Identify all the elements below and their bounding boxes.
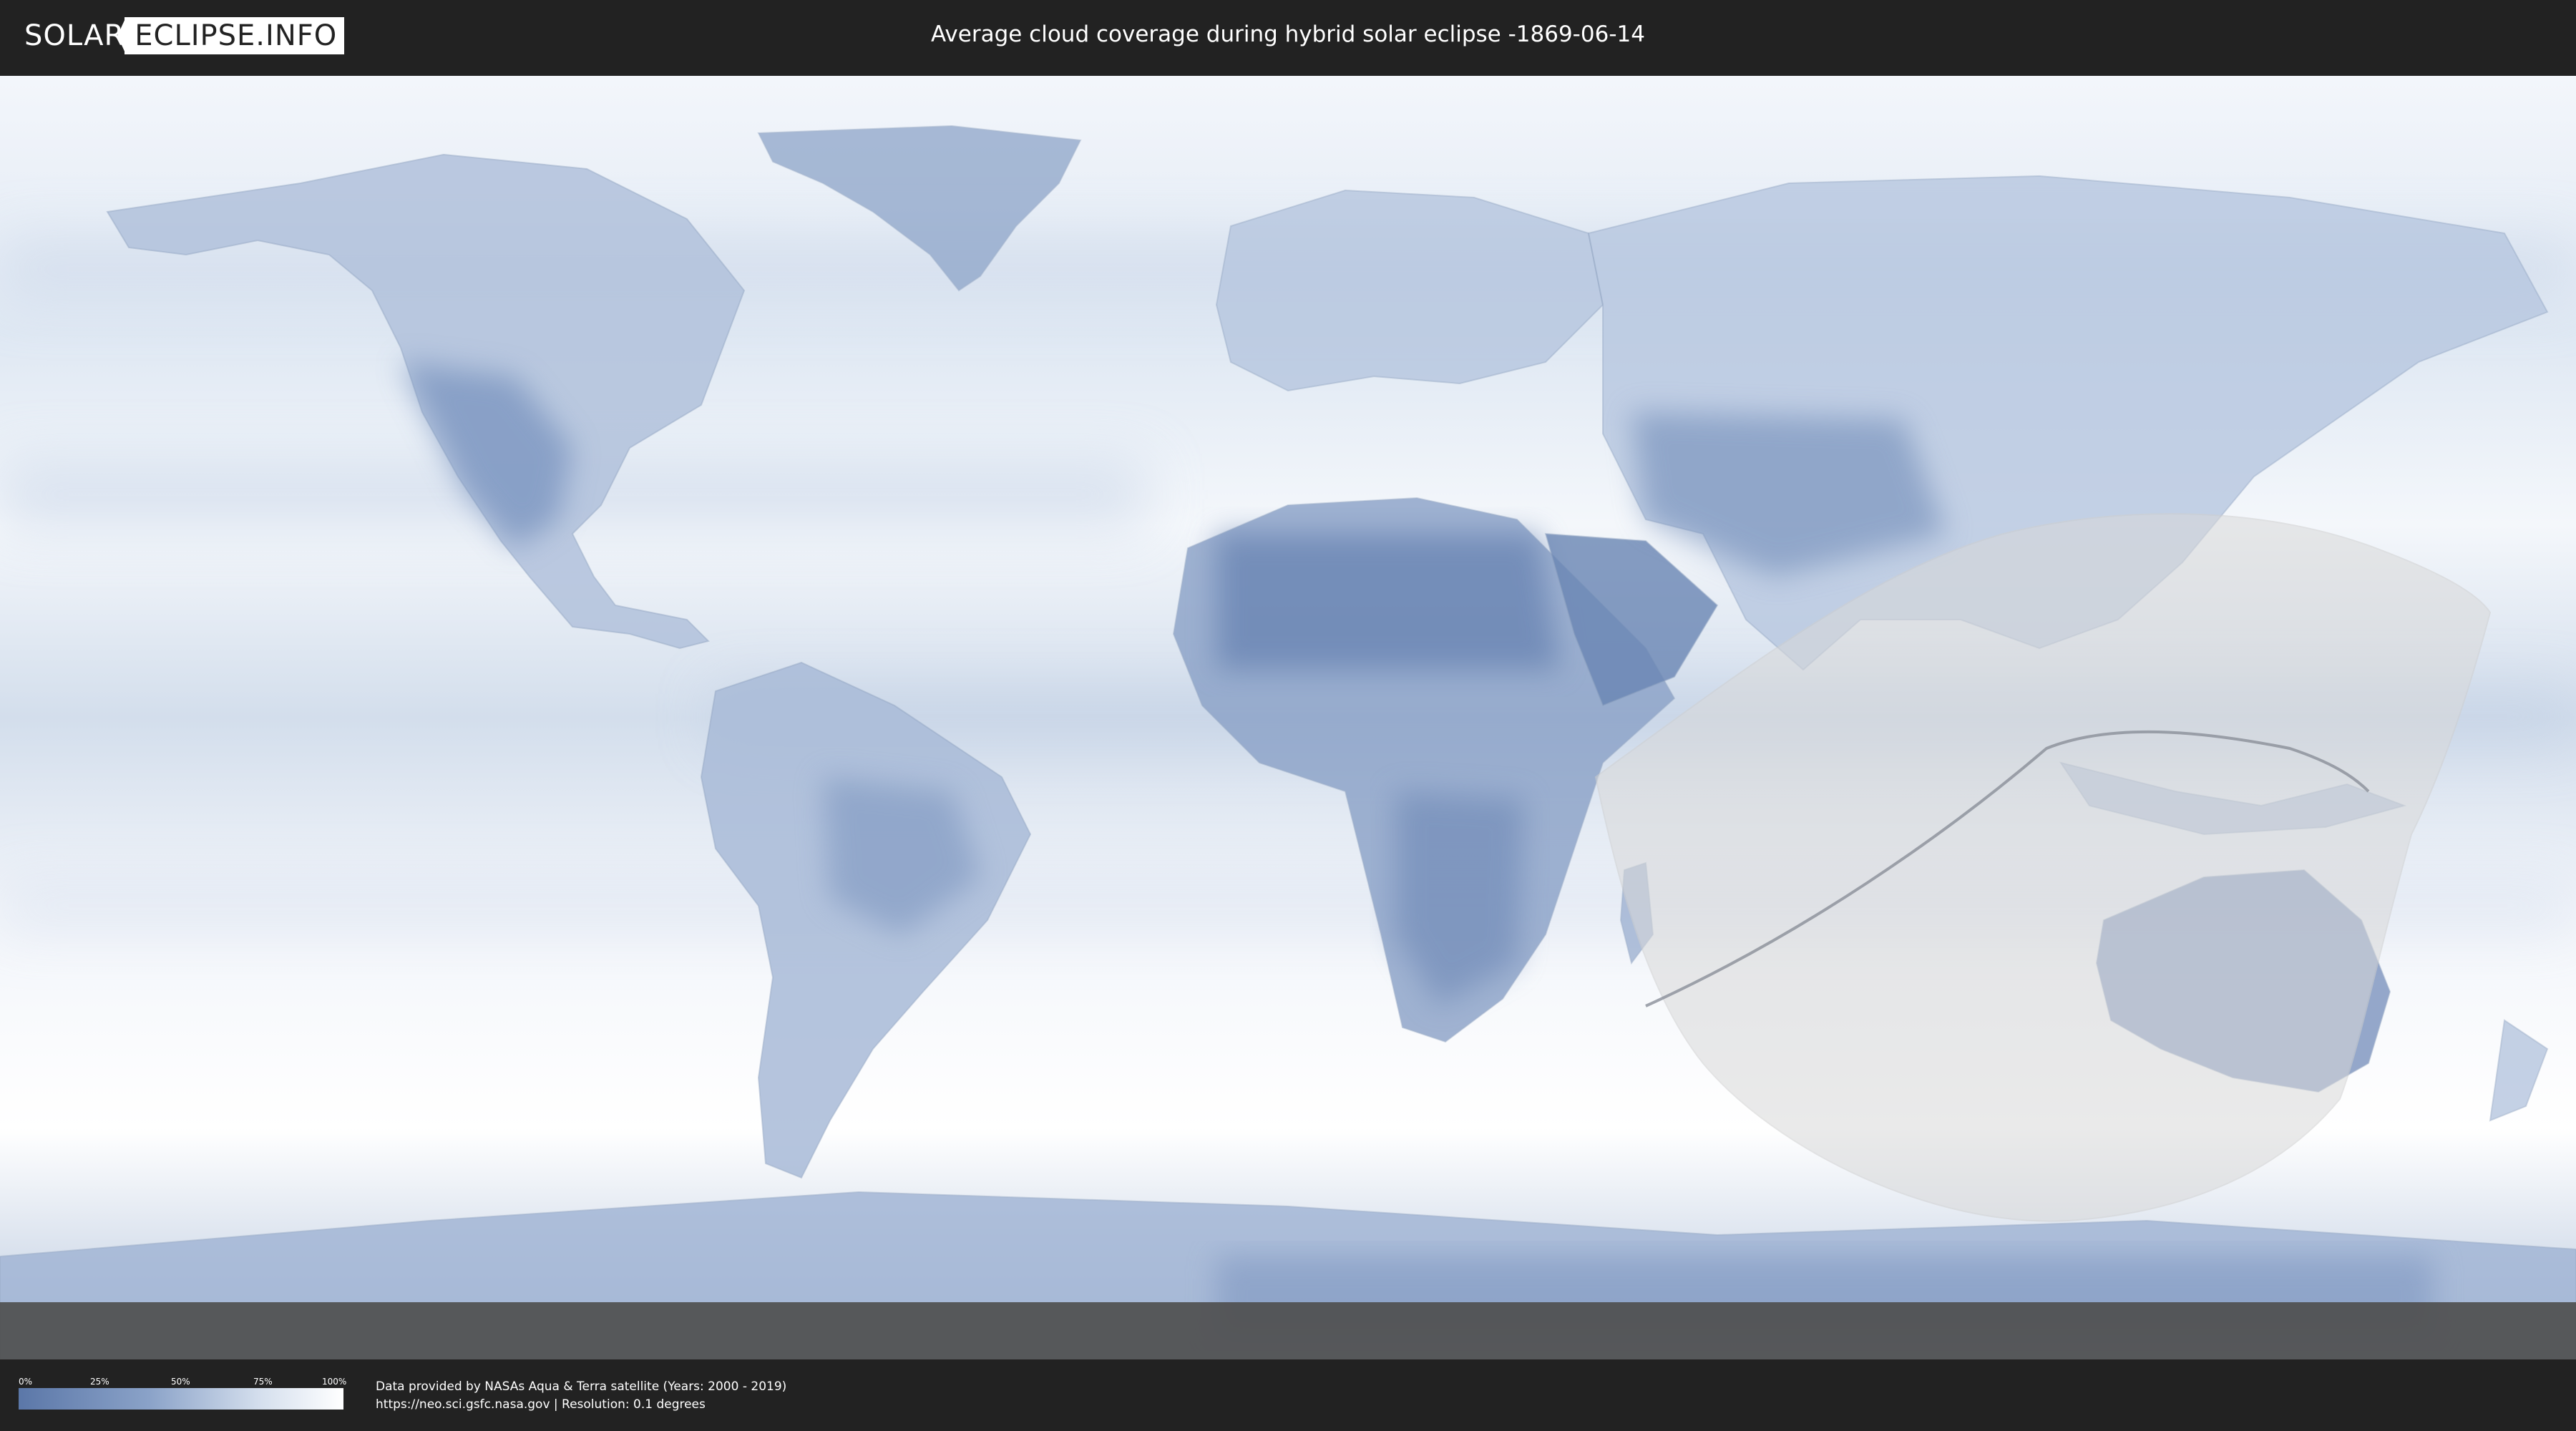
header-bar: SOLAR ECLIPSE.INFO Average cloud coverag… (0, 0, 2576, 72)
credit-line-1: Data provided by NASAs Aqua & Terra sate… (376, 1379, 787, 1394)
world-map-svg (0, 76, 2576, 1359)
polar-darkness-band (0, 1302, 2576, 1359)
europe-landmass (1215, 189, 1604, 392)
legend-ticks: 0% 25% 50% 75% 100% (19, 1377, 347, 1388)
legend-tick-75: 75% (253, 1377, 273, 1387)
cloud-coverage-legend: 0% 25% 50% 75% 100% (19, 1377, 347, 1410)
legend-color-bar (19, 1388, 343, 1410)
page-title: Average cloud coverage during hybrid sol… (931, 21, 1645, 47)
legend-tick-100: 100% (322, 1377, 347, 1387)
legend-tick-50: 50% (171, 1377, 190, 1387)
legend-tick-25: 25% (90, 1377, 109, 1387)
credit-line-2[interactable]: https://neo.sci.gsfc.nasa.gov | Resoluti… (376, 1396, 786, 1414)
cloud-coverage-map[interactable] (0, 76, 2576, 1359)
data-credit: Data provided by NASAs Aqua & Terra sate… (376, 1378, 786, 1414)
sahara-dry-region (1216, 533, 1561, 670)
legend-tick-0: 0% (19, 1377, 33, 1387)
